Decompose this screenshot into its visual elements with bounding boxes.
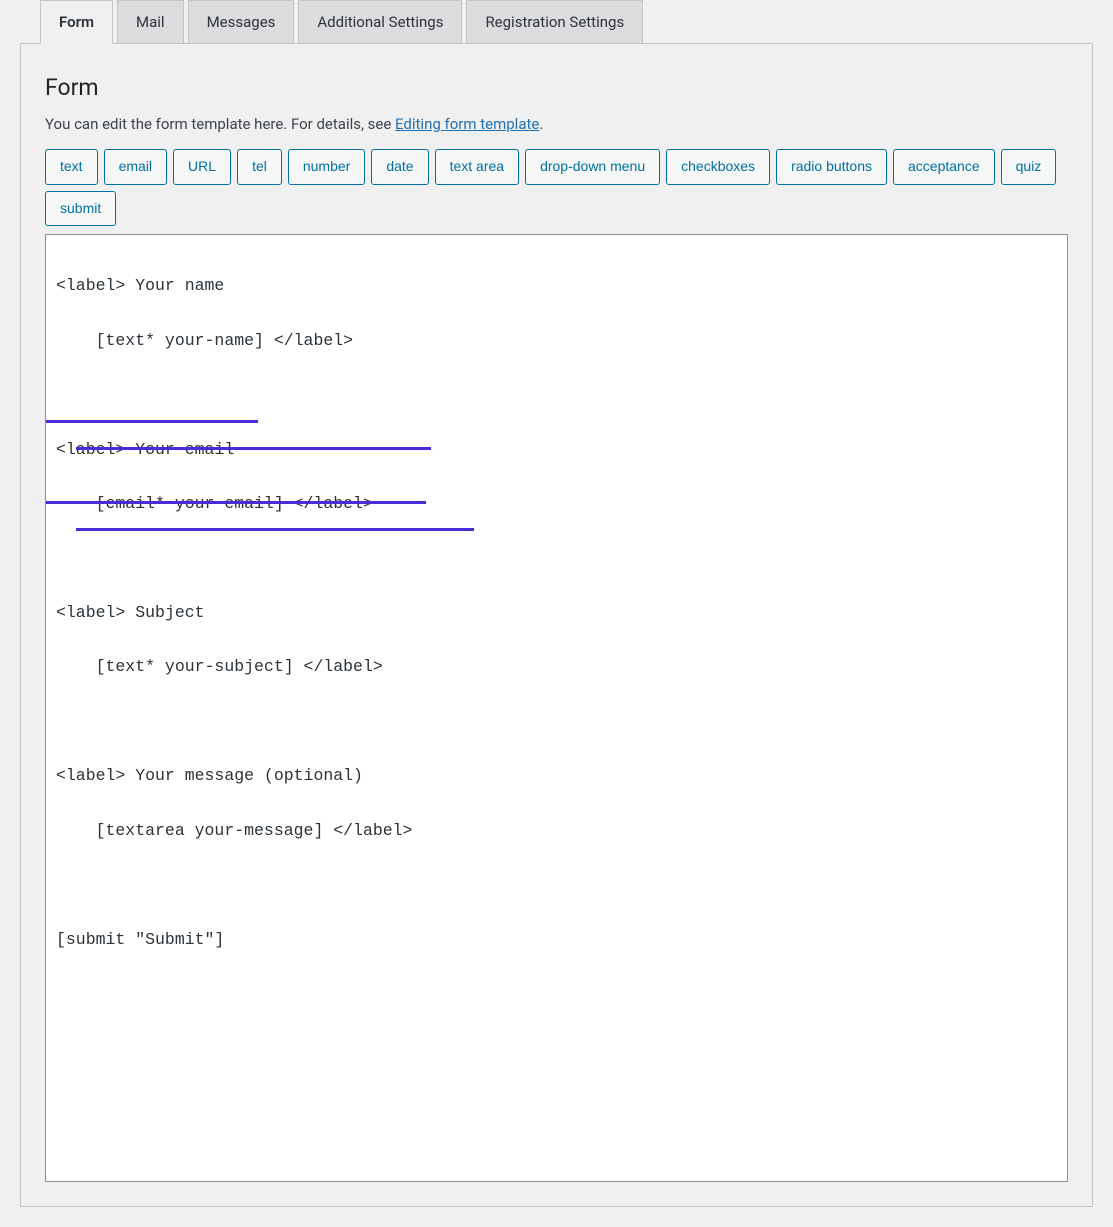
annotation-strike-line bbox=[76, 447, 431, 450]
tag-tel-button[interactable]: tel bbox=[237, 149, 282, 185]
tag-acceptance-button[interactable]: acceptance bbox=[893, 149, 995, 185]
tag-url-button[interactable]: URL bbox=[173, 149, 231, 185]
tag-submit-button[interactable]: submit bbox=[45, 191, 116, 227]
annotation-strike-line bbox=[46, 420, 258, 423]
desc-prefix: You can edit the form template here. For… bbox=[45, 115, 395, 133]
tag-number-button[interactable]: number bbox=[288, 149, 365, 185]
tab-messages[interactable]: Messages bbox=[188, 0, 295, 44]
tag-checkboxes-button[interactable]: checkboxes bbox=[666, 149, 770, 185]
tag-dropdown-button[interactable]: drop-down menu bbox=[525, 149, 660, 185]
annotation-strike-line bbox=[76, 528, 474, 531]
tag-textarea-button[interactable]: text area bbox=[435, 149, 519, 185]
editor-line bbox=[56, 381, 1057, 408]
editor-line bbox=[56, 871, 1057, 898]
tag-email-button[interactable]: email bbox=[104, 149, 167, 185]
desc-suffix: . bbox=[539, 115, 543, 133]
annotation-strike-line bbox=[46, 501, 426, 504]
editing-form-template-link[interactable]: Editing form template bbox=[395, 115, 539, 133]
tab-additional-settings[interactable]: Additional Settings bbox=[298, 0, 462, 44]
editor-line: [text* your-name] </label> bbox=[56, 327, 1057, 354]
tag-date-button[interactable]: date bbox=[371, 149, 428, 185]
tab-mail[interactable]: Mail bbox=[117, 0, 184, 44]
editor-line: <label> Subject bbox=[56, 599, 1057, 626]
panel-description: You can edit the form template here. For… bbox=[45, 115, 1068, 133]
tag-radio-button[interactable]: radio buttons bbox=[776, 149, 887, 185]
editor-line: [textarea your-message] </label> bbox=[56, 817, 1057, 844]
editor-line: <label> Your name bbox=[56, 272, 1057, 299]
panel-heading: Form bbox=[45, 74, 1068, 101]
editor-line: [text* your-subject] </label> bbox=[56, 653, 1057, 680]
form-template-editor[interactable]: <label> Your name [text* your-name] </la… bbox=[45, 234, 1068, 1181]
editor-line: <label> Your message (optional) bbox=[56, 762, 1057, 789]
tab-form[interactable]: Form bbox=[40, 0, 113, 44]
editor-line bbox=[56, 545, 1057, 572]
tab-registration-settings[interactable]: Registration Settings bbox=[466, 0, 643, 44]
editor-line: [submit "Submit"] bbox=[56, 926, 1057, 953]
form-panel: Form You can edit the form template here… bbox=[20, 43, 1093, 1207]
tag-quiz-button[interactable]: quiz bbox=[1001, 149, 1057, 185]
editor-line bbox=[56, 708, 1057, 735]
tag-buttons-row: text email URL tel number date text area… bbox=[45, 149, 1068, 226]
tag-text-button[interactable]: text bbox=[45, 149, 98, 185]
editor-line: [email* your-email] </label> bbox=[56, 490, 1057, 517]
tabs-bar: Form Mail Messages Additional Settings R… bbox=[20, 0, 1093, 44]
